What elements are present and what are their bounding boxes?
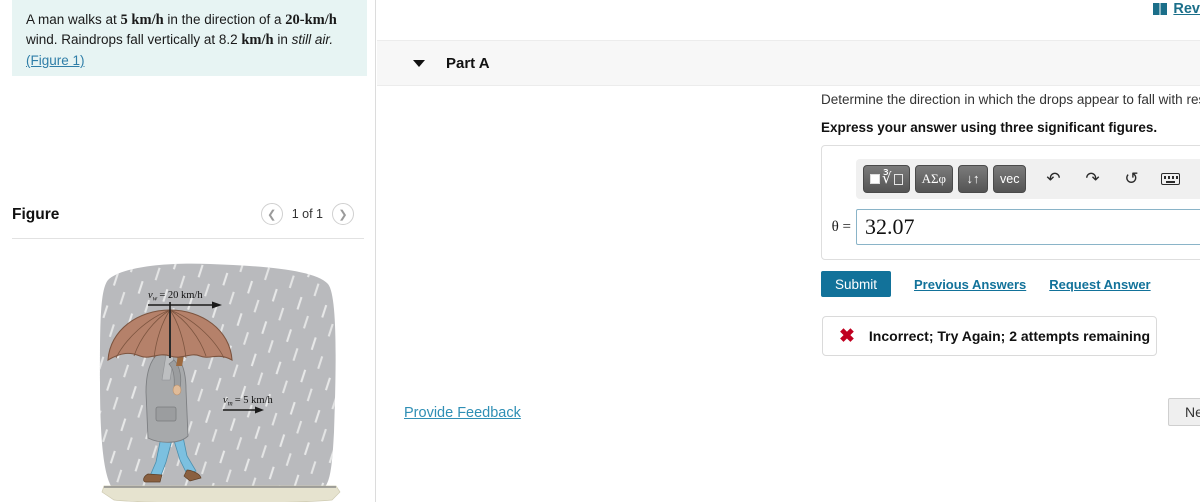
chevron-right-icon: ❯ xyxy=(338,208,348,221)
next-button[interactable]: Ne xyxy=(1168,398,1200,426)
man-speed-value: 5 km/h xyxy=(120,12,164,28)
answer-row: θ = ° xyxy=(822,206,1200,248)
x-mark-icon: ✖ xyxy=(839,325,855,347)
keyboard-icon xyxy=(1160,173,1180,185)
vector-button[interactable]: vec xyxy=(993,165,1027,193)
problem-panel: A man walks at 5 km/h in the direction o… xyxy=(0,0,376,502)
question-text: Determine the direction in which the dro… xyxy=(821,92,1200,107)
part-a-header[interactable]: Part A xyxy=(377,40,1200,86)
feedback-message: Incorrect; Try Again; 2 attempts remaini… xyxy=(868,328,1151,344)
chevron-left-icon: ❮ xyxy=(267,208,277,221)
figure-illustration: vw = 20 km/h vm = 5 km/h xyxy=(100,263,341,502)
undo-icon[interactable]: ↶ xyxy=(1039,166,1067,192)
submit-button[interactable]: Submit xyxy=(821,271,891,297)
theta-label: θ = xyxy=(831,218,851,235)
rain-speed-unit: km/h xyxy=(241,32,274,48)
still-air-text: still air. xyxy=(291,32,334,47)
reset-icon[interactable]: ↺ xyxy=(1117,166,1145,192)
figure-divider xyxy=(12,238,364,239)
figure-prev-button[interactable]: ❮ xyxy=(260,203,283,225)
redo-icon[interactable]: ↷ xyxy=(1078,166,1106,192)
figure-header: Figure ❮ 1 of 1 ❯ xyxy=(12,203,364,235)
radical-icon: ∛ xyxy=(882,170,892,187)
problem-text: A man walks at 5 km/h in the direction o… xyxy=(26,10,353,70)
problem-line2-pre: wind. Raindrops fall vertically at 8.2 xyxy=(26,32,242,47)
ground-strip xyxy=(101,485,341,502)
book-icon xyxy=(1153,3,1168,15)
updown-button[interactable]: ↓↑ xyxy=(958,165,989,193)
part-panel: Rev Part A Determine the direction in wh… xyxy=(377,0,1200,502)
feedback-banner: ✖ Incorrect; Try Again; 2 attempts remai… xyxy=(822,316,1157,356)
previous-answers-link[interactable]: Previous Answers xyxy=(914,277,1026,292)
man-speed-text: = 5 km/h xyxy=(235,395,274,406)
template-outline-icon xyxy=(893,173,903,185)
figure-counter: 1 of 1 xyxy=(291,207,323,221)
keyboard-icon-wrap[interactable] xyxy=(1156,166,1184,192)
wind-speed-value: 20-km/h xyxy=(285,12,337,28)
problem-line1-pre: A man walks at xyxy=(26,12,121,27)
figure-reference-link[interactable]: (Figure 1) xyxy=(26,51,353,70)
caret-down-icon[interactable] xyxy=(413,59,425,67)
review-label: Rev xyxy=(1173,1,1200,17)
answer-input[interactable] xyxy=(856,209,1200,245)
figure-title: Figure xyxy=(12,206,60,223)
request-answer-link[interactable]: Request Answer xyxy=(1049,277,1150,292)
template-square-icon xyxy=(870,174,880,184)
problem-line2-mid: in xyxy=(273,32,292,47)
review-link[interactable]: Rev xyxy=(1153,1,1200,17)
provide-feedback-link[interactable]: Provide Feedback xyxy=(404,405,521,421)
part-a-label: Part A xyxy=(446,54,490,72)
wind-speed-text: = 20 km/h xyxy=(159,290,203,301)
page-root: A man walks at 5 km/h in the direction o… xyxy=(0,0,1200,502)
rain-scene-background xyxy=(100,263,336,490)
answer-widget: ∛ ΑΣφ ↓↑ vec ↶ ↷ ↺ ? θ = ° xyxy=(821,145,1200,260)
submit-row: Submit Previous Answers Request Answer xyxy=(821,271,1151,297)
template-button[interactable]: ∛ xyxy=(863,165,910,193)
figure-navigation: ❮ 1 of 1 ❯ xyxy=(260,203,354,225)
greek-button[interactable]: ΑΣφ xyxy=(914,165,954,193)
problem-line1-mid: in the direction of a xyxy=(163,12,286,27)
wind-v-subscript: w xyxy=(153,295,158,303)
problem-statement-banner: A man walks at 5 km/h in the direction o… xyxy=(12,0,367,76)
math-toolbar: ∛ ΑΣφ ↓↑ vec ↶ ↷ ↺ ? xyxy=(856,159,1200,199)
man-v-subscript: m xyxy=(228,400,233,408)
sigfig-instruction: Express your answer using three signific… xyxy=(821,120,1158,135)
review-strip: Rev xyxy=(377,0,1200,28)
figure-next-button[interactable]: ❯ xyxy=(332,203,354,225)
